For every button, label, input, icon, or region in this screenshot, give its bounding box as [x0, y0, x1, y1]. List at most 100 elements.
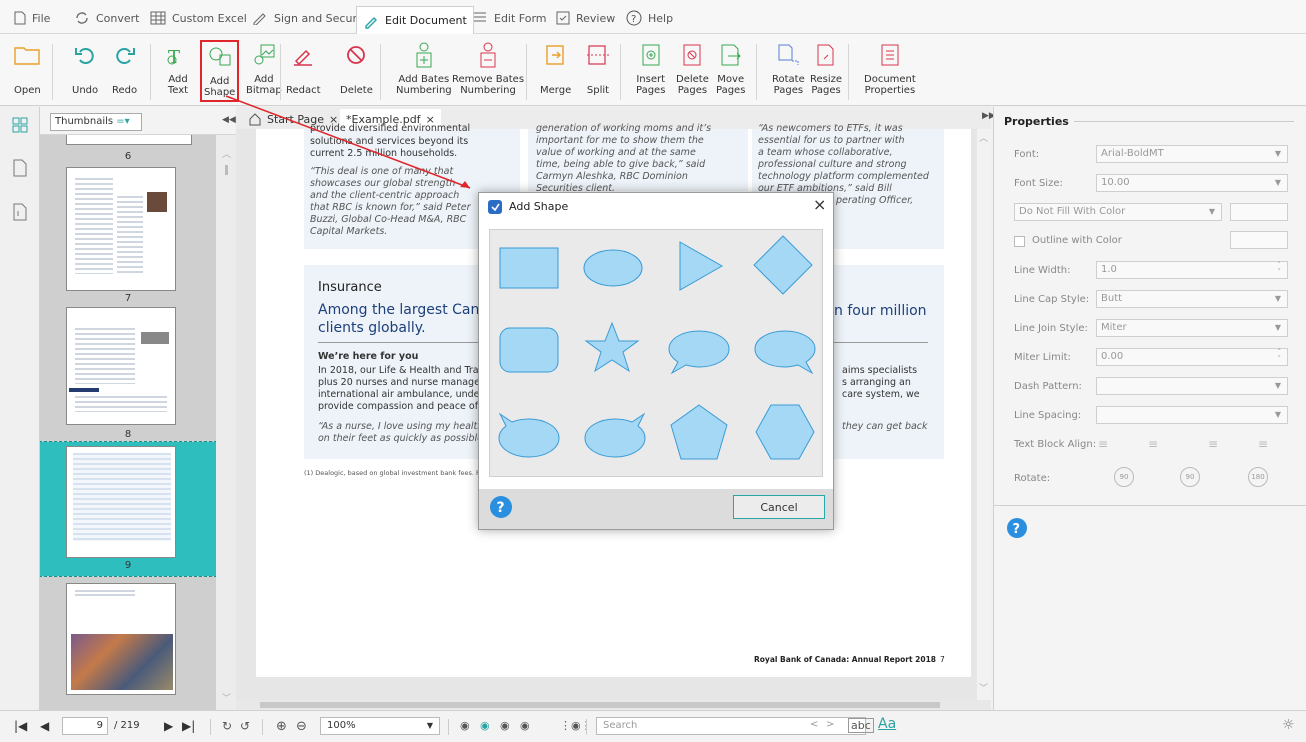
- zoom-out-icon[interactable]: ⊖: [296, 719, 307, 734]
- match-whole-word-toggle[interactable]: abc: [848, 718, 874, 733]
- divider: [586, 719, 587, 735]
- hexagon-shape[interactable]: [754, 402, 816, 462]
- dialog-title: Add Shape: [509, 200, 569, 213]
- star-shape[interactable]: [584, 320, 640, 378]
- chevron-down-icon: ▼: [1274, 178, 1281, 187]
- dialog-footer: ? Cancel: [479, 489, 833, 529]
- page-number-input[interactable]: 9: [62, 717, 108, 735]
- previous-page-icon[interactable]: ◀: [40, 719, 49, 733]
- miter-limit-value: 0.00: [1101, 351, 1124, 362]
- rectangle-shape[interactable]: [498, 244, 560, 294]
- page-total: / 219: [114, 720, 140, 731]
- text-align-label: Text Block Align:: [1014, 439, 1097, 450]
- miter-limit-spinner[interactable]: 0.00 ˄ ˅: [1096, 348, 1288, 366]
- fill-select-value: Do Not Fill With Color: [1019, 206, 1126, 217]
- svg-text:?: ?: [1013, 522, 1021, 537]
- zoom-value: 100%: [327, 720, 356, 731]
- shape-grid: [489, 229, 823, 477]
- dash-pattern-select[interactable]: ▼: [1096, 377, 1288, 395]
- pentagon-shape[interactable]: [668, 402, 730, 462]
- line-join-value: Miter: [1101, 322, 1127, 333]
- outline-label: Outline with Color: [1032, 235, 1122, 246]
- align-left-icon[interactable]: ≡: [1098, 437, 1108, 451]
- divider: [210, 719, 211, 735]
- cloud-bubble-left-shape[interactable]: [496, 410, 562, 460]
- line-width-label: Line Width:: [1014, 265, 1071, 276]
- rotate-ccw-icon[interactable]: ↺: [240, 719, 250, 733]
- help-icon[interactable]: ?: [489, 495, 513, 519]
- rotate-180-button[interactable]: 180: [1248, 467, 1268, 487]
- rotate-ccw-90-button[interactable]: 90: [1114, 467, 1134, 487]
- line-spacing-label: Line Spacing:: [1014, 410, 1082, 421]
- zoom-select[interactable]: 100% ▼: [320, 717, 440, 735]
- line-width-value: 1.0: [1101, 264, 1117, 275]
- spinner-icon: ˄ ˅: [1277, 348, 1282, 363]
- dash-pattern-label: Dash Pattern:: [1014, 381, 1082, 392]
- properties-panel: Properties Font: Arial-BoldMT ▼ Font Size…: [993, 107, 1306, 710]
- rounded-rectangle-shape[interactable]: [498, 324, 560, 376]
- diamond-shape[interactable]: [752, 234, 814, 296]
- fill-color-swatch[interactable]: [1230, 203, 1288, 221]
- help-icon[interactable]: ?: [1006, 517, 1028, 539]
- chevron-down-icon: ▼: [1208, 207, 1215, 216]
- font-size-label: Font Size:: [1014, 178, 1063, 189]
- zoom-in-icon[interactable]: ⊕: [276, 719, 287, 734]
- font-size-value: 10.00: [1101, 177, 1130, 188]
- line-join-select[interactable]: Miter ▼: [1096, 319, 1288, 337]
- line-cap-label: Line Cap Style:: [1014, 294, 1090, 305]
- outline-checkbox[interactable]: [1014, 236, 1025, 247]
- next-page-icon[interactable]: ▶: [164, 719, 173, 733]
- font-label: Font:: [1014, 149, 1040, 160]
- rotate-label: Rotate:: [1014, 473, 1051, 484]
- divider: [994, 505, 1306, 506]
- line-join-label: Line Join Style:: [1014, 323, 1088, 334]
- last-page-icon[interactable]: ▶|: [182, 719, 195, 733]
- font-size-select[interactable]: 10.00 ▼: [1096, 174, 1288, 192]
- triangle-shape[interactable]: [674, 238, 726, 296]
- rotate-cw-90-button[interactable]: 90: [1180, 467, 1200, 487]
- add-shape-dialog: Add Shape × ? Cancel: [478, 192, 834, 530]
- fill-select[interactable]: Do Not Fill With Color ▼: [1014, 203, 1222, 221]
- spinner-icon: ˄ ˅: [1277, 261, 1282, 276]
- chevron-down-icon: ▼: [1274, 149, 1281, 158]
- chevron-down-icon: ▼: [1274, 381, 1281, 390]
- align-justify-icon[interactable]: ≡: [1258, 437, 1268, 451]
- brightness-icon[interactable]: ☼: [1282, 717, 1295, 733]
- first-page-icon[interactable]: |◀: [14, 719, 27, 733]
- line-cap-select[interactable]: Butt ▼: [1096, 290, 1288, 308]
- chevron-down-icon: ▼: [1274, 323, 1281, 332]
- close-icon[interactable]: ×: [813, 195, 826, 214]
- view-facing-icon[interactable]: ◉: [500, 719, 510, 732]
- properties-title: Properties: [1004, 115, 1069, 128]
- align-center-icon[interactable]: ≡: [1148, 437, 1158, 451]
- speech-bubble-right-shape[interactable]: [752, 328, 818, 378]
- view-single-icon[interactable]: ◉: [460, 719, 470, 732]
- line-spacing-select[interactable]: ▼: [1096, 406, 1288, 424]
- line-width-spinner[interactable]: 1.0 ˄ ˅: [1096, 261, 1288, 279]
- divider: [262, 719, 263, 735]
- chevron-down-icon: ▼: [426, 721, 433, 730]
- search-next-icon[interactable]: >: [826, 719, 834, 730]
- speech-bubble-left-shape[interactable]: [666, 328, 732, 378]
- divider: [1074, 121, 1294, 122]
- svg-text:?: ?: [497, 500, 505, 516]
- chevron-down-icon: ▼: [1274, 294, 1281, 303]
- view-cover-icon[interactable]: ◉: [520, 719, 530, 732]
- search-prev-icon[interactable]: <: [810, 719, 818, 730]
- line-cap-value: Butt: [1101, 293, 1123, 304]
- ellipse-shape[interactable]: [582, 244, 644, 294]
- outline-color-swatch[interactable]: [1230, 231, 1288, 249]
- divider: [448, 719, 449, 735]
- view-continuous-icon[interactable]: ◉: [480, 719, 490, 732]
- align-right-icon[interactable]: ≡: [1208, 437, 1218, 451]
- font-select-value: Arial-BoldMT: [1101, 148, 1164, 159]
- cancel-button[interactable]: Cancel: [733, 495, 825, 519]
- cloud-bubble-right-shape[interactable]: [582, 410, 648, 460]
- match-case-toggle[interactable]: Aa: [878, 716, 896, 732]
- chevron-down-icon: ▼: [1274, 410, 1281, 419]
- miter-limit-label: Miter Limit:: [1014, 352, 1071, 363]
- status-bar: |◀ ◀ 9 / 219 ▶ ▶| ↻ ↺ ⊕ ⊖ 100% ▼ ◉ ◉ ◉ ◉…: [0, 710, 1306, 742]
- font-select[interactable]: Arial-BoldMT ▼: [1096, 145, 1288, 163]
- rotate-cw-icon[interactable]: ↻: [222, 719, 232, 733]
- app-icon: [488, 200, 502, 214]
